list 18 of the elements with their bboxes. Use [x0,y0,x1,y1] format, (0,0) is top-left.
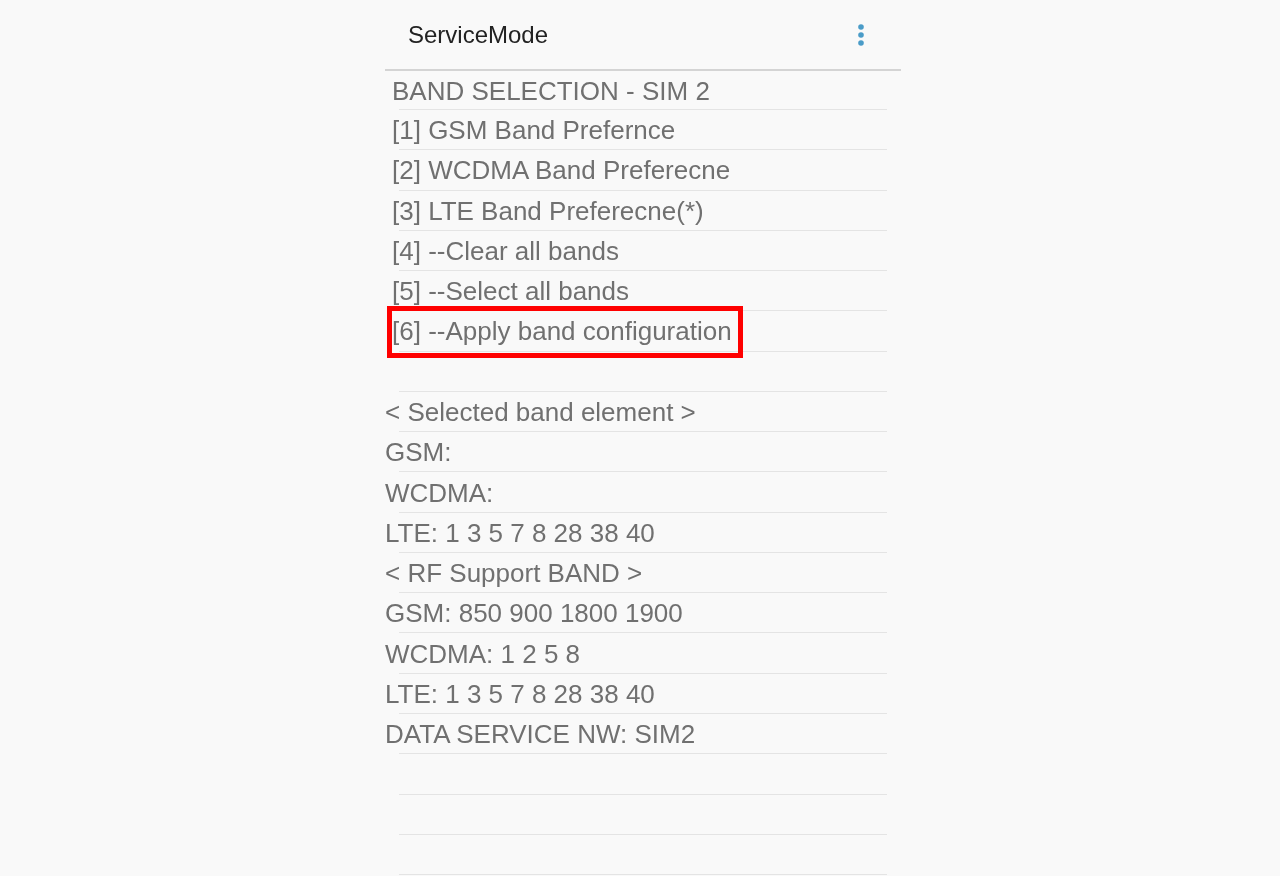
menu-item[interactable]: [1] GSM Band Prefernce [392,117,676,144]
info-line: < Selected band element > [385,399,696,425]
menu-item[interactable]: [5] --Select all bands [392,278,629,305]
info-line: WCDMA: 1 2 5 8 [385,640,581,667]
menu-item[interactable]: [2] WCDMA Band Preferecne [392,157,731,184]
info-line: WCDMA: [385,479,494,506]
menu-heading: BAND SELECTION - SIM 2 [391,77,710,104]
more-options-icon[interactable] [858,23,864,46]
info-line: GSM: [385,439,452,466]
info-line: LTE: 1 3 5 7 8 28 38 40 [385,680,655,707]
app-title: ServiceMode [408,22,549,47]
info-line: < RF Support BAND > [385,560,643,587]
menu-item[interactable]: [4] --Clear all bands [392,237,619,264]
info-line: DATA SERVICE NW: SIM2 [385,721,696,748]
info-line: GSM: 850 900 1800 1900 [385,600,683,627]
menu-item[interactable]: [6] --Apply band configuration [392,318,732,345]
info-line: LTE: 1 3 5 7 8 28 38 40 [385,519,655,546]
menu-item[interactable]: [3] LTE Band Preferecne(*) [392,197,704,224]
